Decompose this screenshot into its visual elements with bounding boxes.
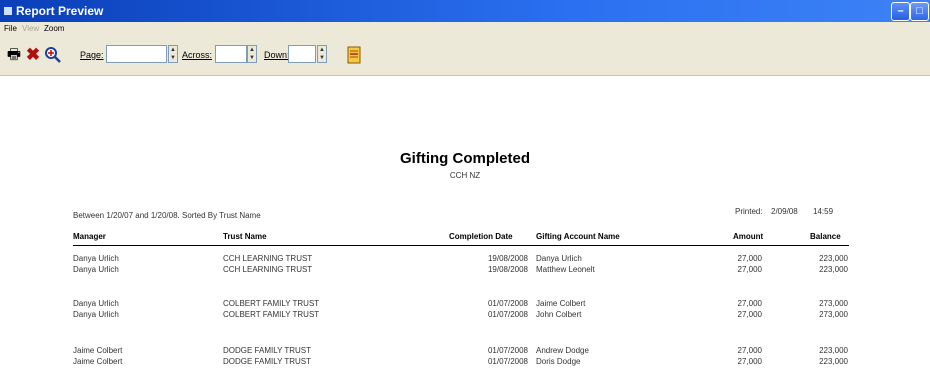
menu-file[interactable]: File [4, 24, 17, 33]
menu-zoom[interactable]: Zoom [44, 24, 64, 33]
cell-balance: 223,000 [819, 346, 848, 355]
title-bar: Report Preview – □ [0, 0, 930, 22]
cell-trust: COLBERT FAMILY TRUST [223, 299, 320, 308]
page-spinner[interactable]: ▲ ▼ [168, 45, 178, 63]
cell-trust: DODGE FAMILY TRUST [223, 357, 312, 366]
cell-date: 19/08/2008 [487, 265, 528, 274]
cell-amount: 27,000 [737, 357, 762, 366]
down-label: Down: [264, 50, 290, 60]
app-icon [4, 7, 12, 15]
cell-date: 01/07/2008 [487, 346, 528, 355]
cell-trust: DODGE FAMILY TRUST [223, 346, 312, 355]
menu-view[interactable]: View [22, 24, 39, 33]
cell-account: Danya Urlich [536, 254, 582, 263]
page-label: Page: [80, 50, 104, 60]
printed-time: 14:59 [813, 207, 834, 216]
header-gifting-account: Gifting Account Name [536, 232, 620, 241]
cell-manager: Danya Urlich [73, 265, 119, 274]
cell-account: Matthew Leonelt [536, 265, 595, 274]
cell-account: John Colbert [536, 310, 582, 319]
print-icon[interactable]: 🖶 [5, 46, 23, 64]
minimize-button[interactable]: – [891, 2, 910, 21]
cell-amount: 27,000 [737, 346, 762, 355]
cell-date: 01/07/2008 [487, 357, 528, 366]
toolbar: 🖶 ✖ Page: ▲ ▼ Across: ▲ ▼ Down: ▲ ▼ [0, 35, 930, 76]
cell-date: 01/07/2008 [487, 299, 528, 308]
cell-balance: 223,000 [819, 254, 848, 263]
down-input[interactable] [288, 45, 316, 63]
cell-account: Doris Dodge [536, 357, 581, 366]
cell-balance: 273,000 [819, 299, 848, 308]
cell-amount: 27,000 [737, 254, 762, 263]
page-input[interactable] [106, 45, 167, 63]
cell-trust: COLBERT FAMILY TRUST [223, 310, 320, 319]
across-spinner[interactable]: ▲ ▼ [247, 45, 257, 63]
down-spinner[interactable]: ▲ ▼ [317, 45, 327, 63]
cell-date: 19/08/2008 [487, 254, 528, 263]
report-settings-icon[interactable] [345, 46, 363, 64]
cell-balance: 273,000 [819, 310, 848, 319]
across-label: Across: [182, 50, 213, 60]
zoom-icon[interactable] [44, 46, 62, 64]
printed-date: 2/09/08 [771, 207, 798, 216]
cell-account: Andrew Dodge [536, 346, 589, 355]
cell-balance: 223,000 [819, 357, 848, 366]
across-input[interactable] [215, 45, 247, 63]
maximize-button[interactable]: □ [910, 2, 929, 21]
cell-balance: 223,000 [819, 265, 848, 274]
header-amount: Amount [733, 232, 764, 241]
header-rule [73, 245, 849, 246]
cell-manager: Danya Urlich [73, 299, 119, 308]
cell-manager: Jaime Colbert [73, 357, 123, 366]
cell-account: Jaime Colbert [536, 299, 586, 308]
cell-trust: CCH LEARNING TRUST [223, 254, 313, 263]
header-balance: Balance [810, 232, 841, 241]
report-subtitle: CCH NZ [449, 171, 481, 180]
cell-trust: CCH LEARNING TRUST [223, 265, 313, 274]
report-criteria: Between 1/20/07 and 1/20/08. Sorted By T… [73, 211, 261, 220]
header-trust-name: Trust Name [223, 232, 267, 241]
window-title: Report Preview [16, 4, 104, 18]
printed-label: Printed: [735, 207, 763, 216]
cell-amount: 27,000 [737, 265, 762, 274]
menu-bar: File View Zoom [0, 22, 930, 35]
cell-date: 01/07/2008 [487, 310, 528, 319]
close-icon[interactable]: ✖ [24, 46, 42, 64]
cell-manager: Jaime Colbert [73, 346, 123, 355]
cell-amount: 27,000 [737, 299, 762, 308]
header-manager: Manager [73, 232, 106, 241]
cell-manager: Danya Urlich [73, 310, 119, 319]
report-title: Gifting Completed [400, 150, 530, 167]
cell-manager: Danya Urlich [73, 254, 119, 263]
cell-amount: 27,000 [737, 310, 762, 319]
header-completion-date: Completion Date [449, 232, 513, 241]
